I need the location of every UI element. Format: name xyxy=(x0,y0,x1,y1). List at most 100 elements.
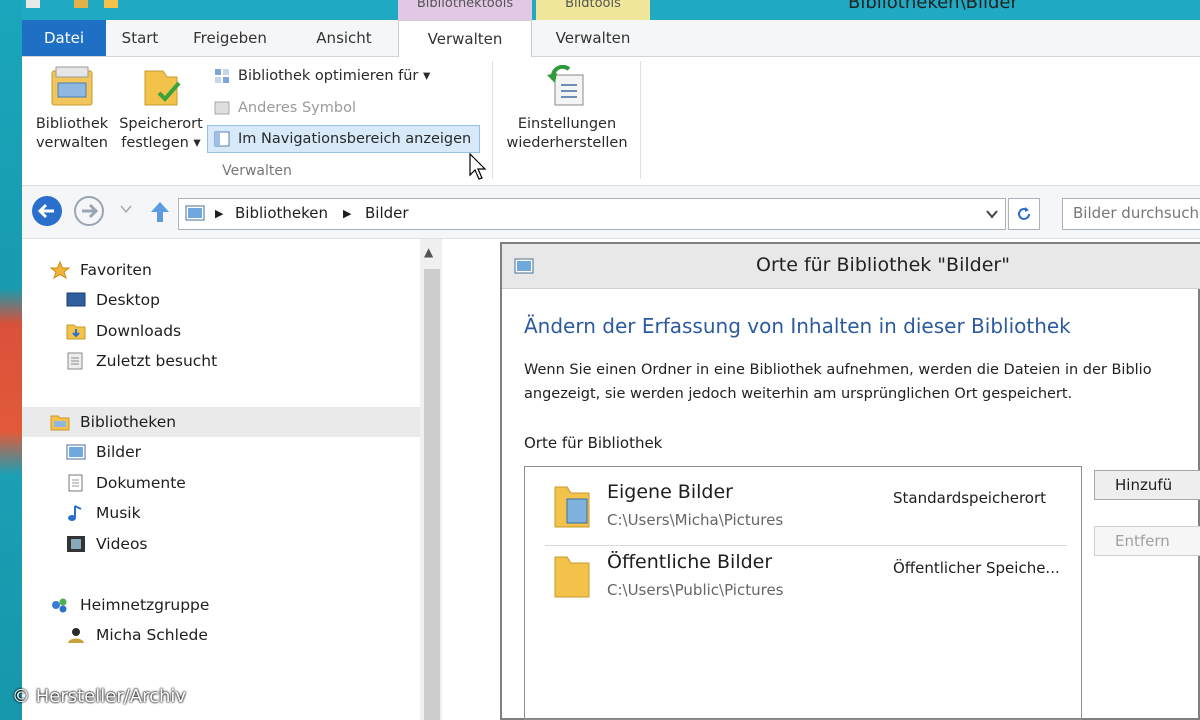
navigation-pane: Favoriten Desktop Downloads Zuletzt besu… xyxy=(22,239,442,720)
tab-ansicht[interactable]: Ansicht xyxy=(304,20,384,56)
breadcrumb-bilder[interactable]: Bilder xyxy=(365,204,409,222)
dialog-description-line-1: Wenn Sie einen Ordner in eine Bibliothek… xyxy=(524,362,1152,378)
einstellungen-label-1: Einstellungen xyxy=(517,116,617,132)
optimize-icon xyxy=(215,69,229,83)
nav-label: Heimnetzgruppe xyxy=(80,596,210,614)
optimieren-label: Bibliothek optimieren für ▾ xyxy=(238,68,431,84)
anderes-symbol-label: Anderes Symbol xyxy=(238,100,356,116)
nav-label: Bibliotheken xyxy=(80,413,177,431)
location-item[interactable]: Eigene Bilder C:\Users\Micha\Pictures St… xyxy=(525,467,1081,533)
tab-verwalten-bibliothek[interactable]: Verwalten xyxy=(398,20,532,58)
mouse-cursor-icon xyxy=(469,153,487,180)
library-manage-icon xyxy=(51,66,93,106)
user-avatar-icon xyxy=(68,628,84,643)
breadcrumb-bibliotheken[interactable]: Bibliotheken xyxy=(235,204,328,222)
symbol-icon xyxy=(214,101,230,115)
forward-button[interactable] xyxy=(74,196,104,226)
dialog-title: Orte für Bibliothek "Bilder" xyxy=(756,254,1010,276)
libraries-icon xyxy=(50,415,70,431)
bibliothek-verwalten-label-2: verwalten xyxy=(35,135,109,151)
locations-list[interactable]: Eigene Bilder C:\Users\Micha\Pictures St… xyxy=(524,466,1082,720)
nav-label: Desktop xyxy=(96,291,160,309)
refresh-button[interactable] xyxy=(1008,198,1040,230)
tab-verwalten-bild[interactable]: Verwalten xyxy=(536,20,650,56)
group-separator xyxy=(640,61,641,179)
bibliothek-verwalten-button[interactable]: Bibliothek verwalten xyxy=(28,65,116,153)
navigationsbereich-label: Im Navigationsbereich anzeigen xyxy=(238,131,472,147)
search-input[interactable]: Bilder durchsuchen xyxy=(1062,198,1200,230)
folder-icon xyxy=(554,556,590,598)
folder-check-icon xyxy=(144,70,181,106)
breadcrumb-chevron-icon[interactable]: ▶ xyxy=(215,207,223,220)
qat-properties-icon[interactable] xyxy=(74,0,88,8)
qat-new-folder-icon[interactable] xyxy=(104,0,118,8)
location-status: Öffentlicher Speiche... xyxy=(893,559,1060,577)
einstellungen-wiederherstellen-button[interactable]: Einstellungen wiederherstellen xyxy=(496,64,638,153)
ribbon-group-label: Verwalten xyxy=(222,163,292,179)
location-path: C:\Users\Micha\Pictures xyxy=(607,511,784,529)
navigation-pane-icon xyxy=(214,131,230,147)
pictures-folder-icon xyxy=(554,486,590,528)
address-bar[interactable]: ▶ Bibliotheken ▶ Bilder xyxy=(178,198,1006,230)
up-arrow-icon[interactable] xyxy=(148,200,172,224)
einstellungen-label-2: wiederherstellen xyxy=(506,135,628,151)
location-status: Standardspeicherort xyxy=(893,489,1047,507)
recent-locations-icon[interactable] xyxy=(120,204,132,214)
remove-location-button[interactable]: Entfern xyxy=(1094,526,1200,556)
qat-folder-icon[interactable] xyxy=(26,0,40,8)
forward-arrow-icon xyxy=(82,203,99,219)
pictures-icon xyxy=(66,444,86,460)
bibliothek-optimieren-button[interactable]: Bibliothek optimieren für ▾ xyxy=(208,63,438,89)
anderes-symbol-button: Anderes Symbol xyxy=(208,95,364,121)
downloads-folder-icon xyxy=(66,324,86,340)
documents-icon xyxy=(68,474,83,492)
dialog-title-bar: Orte für Bibliothek "Bilder" xyxy=(502,244,1200,289)
group-separator xyxy=(492,61,493,179)
nav-label: Bilder xyxy=(96,443,141,461)
contextual-tab-bibliothektools: Bibliothektools xyxy=(398,0,532,20)
location-item[interactable]: Öffentliche Bilder C:\Users\Public\Pictu… xyxy=(525,537,1081,603)
navigationsbereich-anzeigen-button[interactable]: Im Navigationsbereich anzeigen xyxy=(207,125,481,153)
desktop-icon xyxy=(66,292,86,307)
scroll-up-icon[interactable]: ▲ xyxy=(424,245,433,259)
locations-list-label: Orte für Bibliothek xyxy=(524,434,663,452)
add-location-button[interactable]: Hinzufü xyxy=(1094,470,1200,500)
library-locations-dialog: Orte für Bibliothek "Bilder" Ändern der … xyxy=(500,242,1200,720)
nav-label: Micha Schlede xyxy=(96,626,208,644)
nav-label: Favoriten xyxy=(80,261,152,279)
refresh-icon xyxy=(1018,207,1030,220)
scrollbar-thumb[interactable] xyxy=(424,269,440,720)
speicherort-label-2: festlegen ▾ xyxy=(121,135,201,151)
ribbon: Bibliothek verwalten Speicherort festleg… xyxy=(22,57,1200,186)
homegroup-icon xyxy=(52,598,67,613)
location-path: C:\Users\Public\Pictures xyxy=(607,581,784,599)
nav-label: Downloads xyxy=(96,322,182,340)
address-dropdown-icon[interactable] xyxy=(985,209,999,219)
tab-start[interactable]: Start xyxy=(106,20,174,56)
search-placeholder: Bilder durchsuchen xyxy=(1073,204,1200,222)
ribbon-tabs: Datei Start Freigeben Ansicht Verwalten … xyxy=(22,20,1200,58)
speicherort-festlegen-button[interactable]: Speicherort festlegen ▾ xyxy=(116,65,206,153)
star-icon xyxy=(50,261,70,279)
back-button[interactable] xyxy=(32,196,62,226)
tab-freigeben[interactable]: Freigeben xyxy=(182,20,278,56)
title-bar: Bibliothektools Bildtools Bibliotheken\B… xyxy=(22,0,1200,20)
tab-datei[interactable]: Datei xyxy=(22,20,106,56)
nav-label: Dokumente xyxy=(96,474,186,492)
recent-places-icon xyxy=(67,352,83,370)
desktop-background xyxy=(0,0,22,720)
nav-label: Musik xyxy=(96,504,141,522)
address-toolbar: ▶ Bibliotheken ▶ Bilder Bilder durchsuch… xyxy=(22,186,1200,239)
window-title: Bibliotheken\Bilder xyxy=(848,0,1018,13)
nav-label: Videos xyxy=(96,535,148,553)
film-icon xyxy=(67,536,85,552)
dialog-library-icon xyxy=(514,258,534,274)
nav-label: Zuletzt besucht xyxy=(96,352,218,370)
breadcrumb-chevron-icon[interactable]: ▶ xyxy=(343,207,351,220)
contextual-tab-bildtools: Bildtools xyxy=(536,0,650,20)
pictures-library-icon xyxy=(185,205,205,221)
location-name: Eigene Bilder xyxy=(607,481,733,503)
copyright-watermark: © Hersteller/Archiv xyxy=(12,686,187,707)
bibliothek-verwalten-label-1: Bibliothek xyxy=(35,116,109,132)
dialog-description-line-2: angezeigt, sie werden jedoch weiterhin a… xyxy=(524,386,1073,402)
